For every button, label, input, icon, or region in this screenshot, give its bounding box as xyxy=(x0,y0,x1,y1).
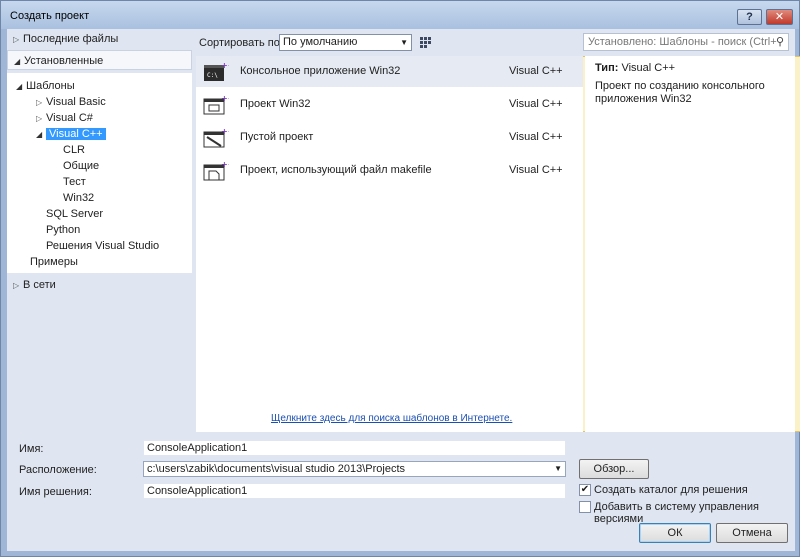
tree-item-templates[interactable]: ◢ Шаблоны xyxy=(13,78,78,94)
installed-tree: ◢ Шаблоны ▷ Visual Basic ▷ Visual C# ◢ Visua… xyxy=(7,73,192,273)
new-project-dialog: Создать проект ? ✕ ▷ Последние файлы ◢ Уст… xyxy=(0,0,800,557)
collapse-arrow-icon[interactable]: ◢ xyxy=(36,127,46,143)
tree-item-vs-solutions[interactable]: Решения Visual Studio xyxy=(43,238,162,254)
ok-button[interactable]: ОК xyxy=(639,523,711,543)
empty-project-icon: ++ xyxy=(203,127,229,148)
expand-arrow-icon[interactable]: ▷ xyxy=(13,276,23,296)
makefile-project-icon: ++ xyxy=(203,160,229,181)
grid-view-button[interactable] xyxy=(416,33,435,51)
location-label: Расположение: xyxy=(19,464,97,476)
tree-item-visual-basic[interactable]: ▷ Visual Basic xyxy=(33,94,109,110)
expand-arrow-icon[interactable]: ▷ xyxy=(13,30,23,50)
online-label: В сети xyxy=(23,279,56,291)
tree-item-general[interactable]: Общие xyxy=(60,158,102,174)
search-icon[interactable]: ⚲ xyxy=(776,34,784,50)
recent-files-node[interactable]: ▷ Последние файлы xyxy=(7,29,192,49)
template-name: Пустой проект xyxy=(240,131,314,143)
tree-item-label: Visual Basic xyxy=(46,96,106,108)
solution-name-label: Имя решения: xyxy=(19,486,92,498)
location-value: c:\users\zabik\documents\visual studio 2… xyxy=(147,463,406,475)
expand-arrow-icon[interactable]: ▷ xyxy=(36,95,46,111)
template-name: Консольное приложение Win32 xyxy=(240,65,401,77)
tree-item-python[interactable]: Python xyxy=(43,222,83,238)
search-placeholder: Установлено: Шаблоны - поиск (Ctrl+ xyxy=(588,36,777,48)
tree-item-label: Visual C# xyxy=(46,112,93,124)
dialog-client: ▷ Последние файлы ◢ Установленные ◢ Шаблоны… xyxy=(7,29,800,551)
online-section: ▷ В сети xyxy=(7,273,192,432)
template-item[interactable]: ++ Проект Win32 Visual C++ xyxy=(196,89,583,120)
grid-view-icon xyxy=(420,37,431,48)
template-name: Проект, использующий файл makefile xyxy=(240,164,432,176)
collapse-arrow-icon[interactable]: ◢ xyxy=(14,52,24,72)
add-source-control-checkbox[interactable] xyxy=(579,501,591,513)
template-language: Visual C++ xyxy=(509,65,563,77)
online-templates-link[interactable]: Щелкните здесь для поиска шаблонов в Инт… xyxy=(271,413,512,424)
title-bar: Создать проект ? ✕ xyxy=(1,1,799,29)
add-source-control-label[interactable]: Добавить в систему управления версиями xyxy=(594,501,795,525)
tree-item-label: Шаблоны xyxy=(26,80,75,92)
template-item[interactable]: ++ Проект, использующий файл makefile Vi… xyxy=(196,155,583,186)
window-title: Создать проект xyxy=(10,10,90,22)
solution-name-input[interactable]: ConsoleApplication1 xyxy=(143,483,566,499)
sort-dropdown[interactable]: По умолчанию ▼ xyxy=(279,34,412,51)
template-language: Visual C++ xyxy=(509,98,563,110)
chevron-down-icon[interactable]: ▼ xyxy=(554,462,562,476)
svg-text:C:\: C:\ xyxy=(207,72,218,79)
template-type: Тип: Visual C++ xyxy=(595,62,785,74)
project-name-input[interactable]: ConsoleApplication1 xyxy=(143,440,566,456)
svg-text:++: ++ xyxy=(221,160,229,169)
online-node[interactable]: ▷ В сети xyxy=(7,275,192,295)
tree-item-label-selected[interactable]: Visual C++ xyxy=(46,128,106,140)
tree-item-visual-csharp[interactable]: ▷ Visual C# xyxy=(33,110,96,126)
tree-item-sql-server[interactable]: SQL Server xyxy=(43,206,106,222)
template-description: Проект по созданию консольного приложени… xyxy=(595,80,765,105)
template-item[interactable]: ++ Пустой проект Visual C++ xyxy=(196,122,583,153)
template-name: Проект Win32 xyxy=(240,98,311,110)
name-label: Имя: xyxy=(19,443,44,455)
template-language: Visual C++ xyxy=(509,131,563,143)
location-combobox[interactable]: c:\users\zabik\documents\visual studio 2… xyxy=(143,461,566,477)
svg-text:++: ++ xyxy=(221,127,229,136)
help-button[interactable]: ? xyxy=(737,9,762,25)
cancel-button[interactable]: Отмена xyxy=(716,523,788,543)
svg-text:++: ++ xyxy=(221,61,229,70)
tree-item-clr[interactable]: CLR xyxy=(60,142,88,158)
create-directory-checkbox[interactable]: ✔ xyxy=(579,484,591,496)
expand-arrow-icon[interactable]: ▷ xyxy=(36,111,46,127)
recent-files-label: Последние файлы xyxy=(23,33,119,45)
close-button[interactable]: ✕ xyxy=(766,9,793,25)
tree-item-samples[interactable]: Примеры xyxy=(27,254,81,270)
template-search-input[interactable]: Установлено: Шаблоны - поиск (Ctrl+ ⚲ xyxy=(583,33,789,51)
sort-value: По умолчанию xyxy=(283,36,358,48)
tree-item-win32[interactable]: Win32 xyxy=(60,190,97,206)
svg-text:++: ++ xyxy=(221,94,229,103)
browse-button[interactable]: Обзор... xyxy=(579,459,649,479)
installed-label: Установленные xyxy=(24,55,104,67)
console-app-icon: C:\ ++ xyxy=(204,61,229,81)
template-item[interactable]: C:\ ++ Консольное приложение Win32 Visua… xyxy=(196,56,583,87)
create-directory-label[interactable]: Создать каталог для решения xyxy=(594,484,748,496)
template-list: C:\ ++ Консольное приложение Win32 Visua… xyxy=(196,56,583,432)
installed-node[interactable]: ◢ Установленные xyxy=(7,50,192,70)
chevron-down-icon: ▼ xyxy=(400,38,408,47)
tree-item-test[interactable]: Тест xyxy=(60,174,89,190)
type-label: Тип: xyxy=(595,62,619,74)
sort-label: Сортировать по: xyxy=(199,37,283,49)
template-language: Visual C++ xyxy=(509,164,563,176)
tree-item-visual-cpp[interactable]: ◢ Visual C++ xyxy=(33,126,106,142)
category-panel: ▷ Последние файлы ◢ Установленные ◢ Шаблоны… xyxy=(7,29,192,432)
collapse-arrow-icon[interactable]: ◢ xyxy=(16,79,26,95)
win32-project-icon: ++ xyxy=(203,94,229,115)
template-info-panel: Тип: Visual C++ Проект по созданию консо… xyxy=(585,56,795,432)
type-value: Visual C++ xyxy=(621,62,676,74)
